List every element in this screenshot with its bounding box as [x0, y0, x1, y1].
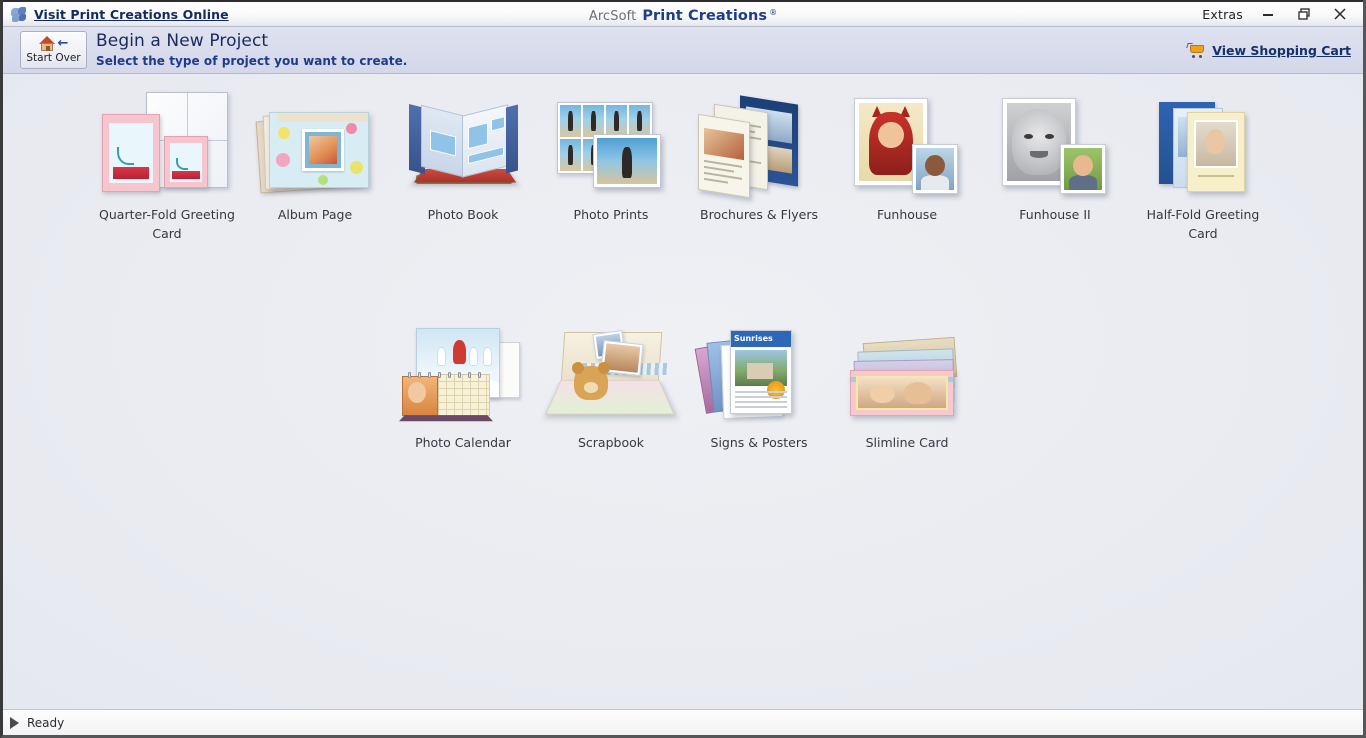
project-row-1: Quarter-Fold Greeting Card Album Page Ph… [3, 86, 1363, 244]
view-shopping-cart-label: View Shopping Cart [1212, 42, 1351, 58]
close-icon[interactable] [1329, 4, 1351, 24]
project-label: Signs & Posters [710, 435, 808, 450]
project-tile-brochures-and-flyers[interactable]: Brochures & Flyers [685, 86, 833, 244]
project-tile-photo-book[interactable]: Photo Book [389, 86, 537, 244]
page-subtitle: Select the type of project you want to c… [96, 53, 408, 68]
arcsoft-flower-icon [11, 6, 27, 22]
status-bar: Ready [3, 709, 1363, 735]
project-row-2: Photo Calendar Scrapbook Sunrises Signs … [3, 314, 1363, 453]
signs-and-posters-icon: Sunrises [685, 314, 833, 424]
project-label: Funhouse II [1019, 207, 1091, 222]
project-label: Scrapbook [577, 435, 644, 450]
play-triangle-icon [10, 716, 19, 729]
project-tile-scrapbook[interactable]: Scrapbook [537, 314, 685, 453]
slimline-card-icon [833, 314, 981, 424]
photo-calendar-icon [389, 314, 537, 424]
application-window: Visit Print Creations Online ArcSoft Pri… [0, 0, 1366, 738]
photo-prints-icon [537, 86, 685, 196]
project-tile-photo-prints[interactable]: Photo Prints [537, 86, 685, 244]
funhouse-ii-icon [981, 86, 1129, 196]
title-bar-left: Visit Print Creations Online [3, 6, 229, 22]
status-text: Ready [27, 715, 65, 730]
project-tile-quarter-fold-greeting-card[interactable]: Quarter-Fold Greeting Card [93, 86, 241, 244]
home-back-icon: ← [38, 35, 69, 52]
project-label: Photo Book [427, 207, 499, 222]
project-tile-signs-and-posters[interactable]: Sunrises Signs & Posters [685, 314, 833, 453]
project-tile-funhouse[interactable]: Funhouse [833, 86, 981, 244]
project-label: Funhouse [876, 207, 938, 222]
project-tile-photo-calendar[interactable]: Photo Calendar [389, 314, 537, 453]
shopping-cart-icon [1186, 42, 1206, 58]
maximize-restore-icon[interactable] [1293, 4, 1315, 24]
view-shopping-cart-button[interactable]: View Shopping Cart [1186, 42, 1363, 58]
header-text-group: Begin a New Project Select the type of p… [96, 31, 407, 68]
scrapbook-icon [537, 314, 685, 424]
page-title: Begin a New Project [96, 31, 269, 52]
visit-print-creations-online-link[interactable]: Visit Print Creations Online [34, 7, 229, 22]
project-tile-album-page[interactable]: Album Page [241, 86, 389, 244]
back-arrow-icon: ← [57, 36, 69, 52]
funhouse-icon [833, 86, 981, 196]
album-page-icon [241, 86, 389, 196]
project-header-band: ← Start Over Begin a New Project Select … [3, 27, 1363, 74]
project-label: Half-Fold Greeting Card [1146, 207, 1260, 241]
project-tile-half-fold-greeting-card[interactable]: Half-Fold Greeting Card [1129, 86, 1277, 244]
brochures-and-flyers-icon [685, 86, 833, 199]
start-over-label: Start Over [26, 52, 81, 65]
quarter-fold-greeting-card-icon [93, 86, 241, 196]
brand-name: Print Creations [642, 7, 768, 24]
project-label: Album Page [277, 207, 353, 222]
project-label: Photo Prints [573, 207, 649, 222]
window-controls: Extras [1202, 4, 1363, 24]
half-fold-greeting-card-icon [1129, 86, 1277, 196]
brand-prefix: ArcSoft [588, 8, 637, 24]
photo-book-icon [389, 86, 537, 196]
project-label: Slimline Card [865, 435, 949, 450]
start-over-button[interactable]: ← Start Over [20, 31, 87, 69]
project-tile-slimline-card[interactable]: Slimline Card [833, 314, 981, 453]
project-label: Photo Calendar [415, 435, 511, 450]
project-type-canvas: Quarter-Fold Greeting Card Album Page Ph… [3, 74, 1363, 709]
project-label: Quarter-Fold Greeting Card [99, 207, 235, 241]
project-tile-funhouse-ii[interactable]: Funhouse II [981, 86, 1129, 244]
minimize-icon[interactable] [1257, 4, 1279, 24]
project-label: Brochures & Flyers [700, 207, 818, 222]
extras-menu-button[interactable]: Extras [1202, 7, 1243, 22]
registered-mark-icon: ® [769, 7, 778, 17]
title-bar: Visit Print Creations Online ArcSoft Pri… [3, 0, 1363, 27]
